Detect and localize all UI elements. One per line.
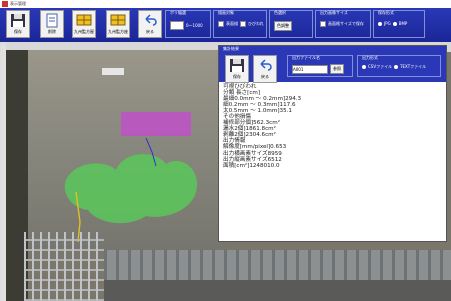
format-group: 保存形式 JPG BMP xyxy=(373,10,425,38)
display-group-title: 描画対象 xyxy=(218,10,234,15)
output-file-group: 出力ファイル名 A001 参照 xyxy=(287,55,353,77)
undo-arrow-icon xyxy=(260,59,272,71)
results-back-label: 戻る xyxy=(261,74,269,79)
jpg-label: JPG xyxy=(384,21,391,26)
delete-button[interactable]: 削除 xyxy=(40,10,64,38)
csv-radio[interactable] xyxy=(362,65,366,69)
results-save-label: 保存 xyxy=(233,74,241,79)
results-save-button[interactable]: 保存 xyxy=(225,55,249,83)
range-value: 0〜1000 xyxy=(186,22,203,28)
text-label: TEXTファイル xyxy=(400,64,427,69)
bmp-label: BMP xyxy=(398,21,408,26)
crack-region xyxy=(64,154,198,224)
back-label: 戻る xyxy=(146,29,154,34)
text-radio[interactable] xyxy=(394,65,399,69)
color-group-title: 色選択 xyxy=(274,10,286,15)
guardrail xyxy=(24,232,104,301)
results-text: 可視ひびわれ 分類 長さ[cm] 最細0.0mm 〜 0.2mm]294.3 細… xyxy=(223,84,301,169)
yellow-grid-icon xyxy=(110,14,126,26)
range-group: ポリ幅選 0〜1000 xyxy=(165,10,211,38)
save-label: 保存 xyxy=(14,29,22,34)
color-adjust-button[interactable]: 色調整 xyxy=(274,21,292,31)
color-group: 色選択 色調整 xyxy=(269,10,313,38)
results-window: 集計結果 保存 戻る 出力ファイル名 A001 参照 出力形式 CSVファイル … xyxy=(218,45,447,242)
window-title: 表示管理 xyxy=(10,1,26,6)
browse-button[interactable]: 参照 xyxy=(330,64,344,74)
range-group-title: ポリ幅選 xyxy=(170,10,186,15)
bridge-structure xyxy=(104,250,451,280)
jpg-radio[interactable] xyxy=(378,21,382,26)
crack-output-button[interactable]: 九州監方座 xyxy=(106,10,130,38)
outsize-label: 画面格サイズで保存 xyxy=(328,21,364,26)
outsize-checkbox[interactable] xyxy=(320,21,326,27)
display-group: 描画対象 表面描 ひびわれ xyxy=(213,10,267,38)
yellow-grid-icon xyxy=(76,14,92,26)
output-file-input[interactable]: A001 xyxy=(292,64,328,74)
csv-label: CSVファイル xyxy=(368,64,393,69)
display-opt2-checkbox[interactable] xyxy=(240,21,246,27)
display-opt2-label: ひびわれ xyxy=(248,21,264,26)
save-button[interactable]: 保存 xyxy=(6,10,30,38)
range-field[interactable] xyxy=(170,21,184,30)
app-icon xyxy=(2,1,8,7)
result-line: 面積[cm²]1248010.0 xyxy=(223,162,280,169)
outsize-group-title: 出力画像サイズ xyxy=(320,10,348,15)
bmp-radio[interactable] xyxy=(392,21,397,26)
crack-output-label: 九州監方座 xyxy=(108,29,128,34)
main-toolbar: 保存 削除 九州監方屋 九州監方座 戻る ポリ幅選 0〜1000 描画対象 表面… xyxy=(0,8,451,42)
display-opt1-checkbox[interactable] xyxy=(218,21,224,27)
outsize-group: 出力画像サイズ 画面格サイズで保存 xyxy=(315,10,371,38)
floppy-disk-icon xyxy=(230,59,244,72)
results-back-button[interactable]: 戻る xyxy=(253,55,277,83)
results-toolbar: 保存 戻る 出力ファイル名 A001 参照 出力形式 CSVファイル TEXTフ… xyxy=(219,52,446,83)
output-file-title: 出力ファイル名 xyxy=(292,55,320,60)
crack-input-button[interactable]: 九州監方屋 xyxy=(72,10,96,38)
output-format-group: 出力形式 CSVファイル TEXTファイル xyxy=(357,55,441,77)
floppy-disk-icon xyxy=(11,14,25,27)
patch-region xyxy=(121,112,191,136)
format-group-title: 保存形式 xyxy=(378,10,394,15)
document-icon xyxy=(46,13,58,28)
display-opt1-label: 表面描 xyxy=(226,21,238,26)
back-button[interactable]: 戻る xyxy=(138,10,162,38)
crack-input-label: 九州監方屋 xyxy=(74,29,94,34)
output-format-title: 出力形式 xyxy=(362,55,378,60)
delete-label: 削除 xyxy=(48,29,56,34)
undo-arrow-icon xyxy=(145,14,157,26)
